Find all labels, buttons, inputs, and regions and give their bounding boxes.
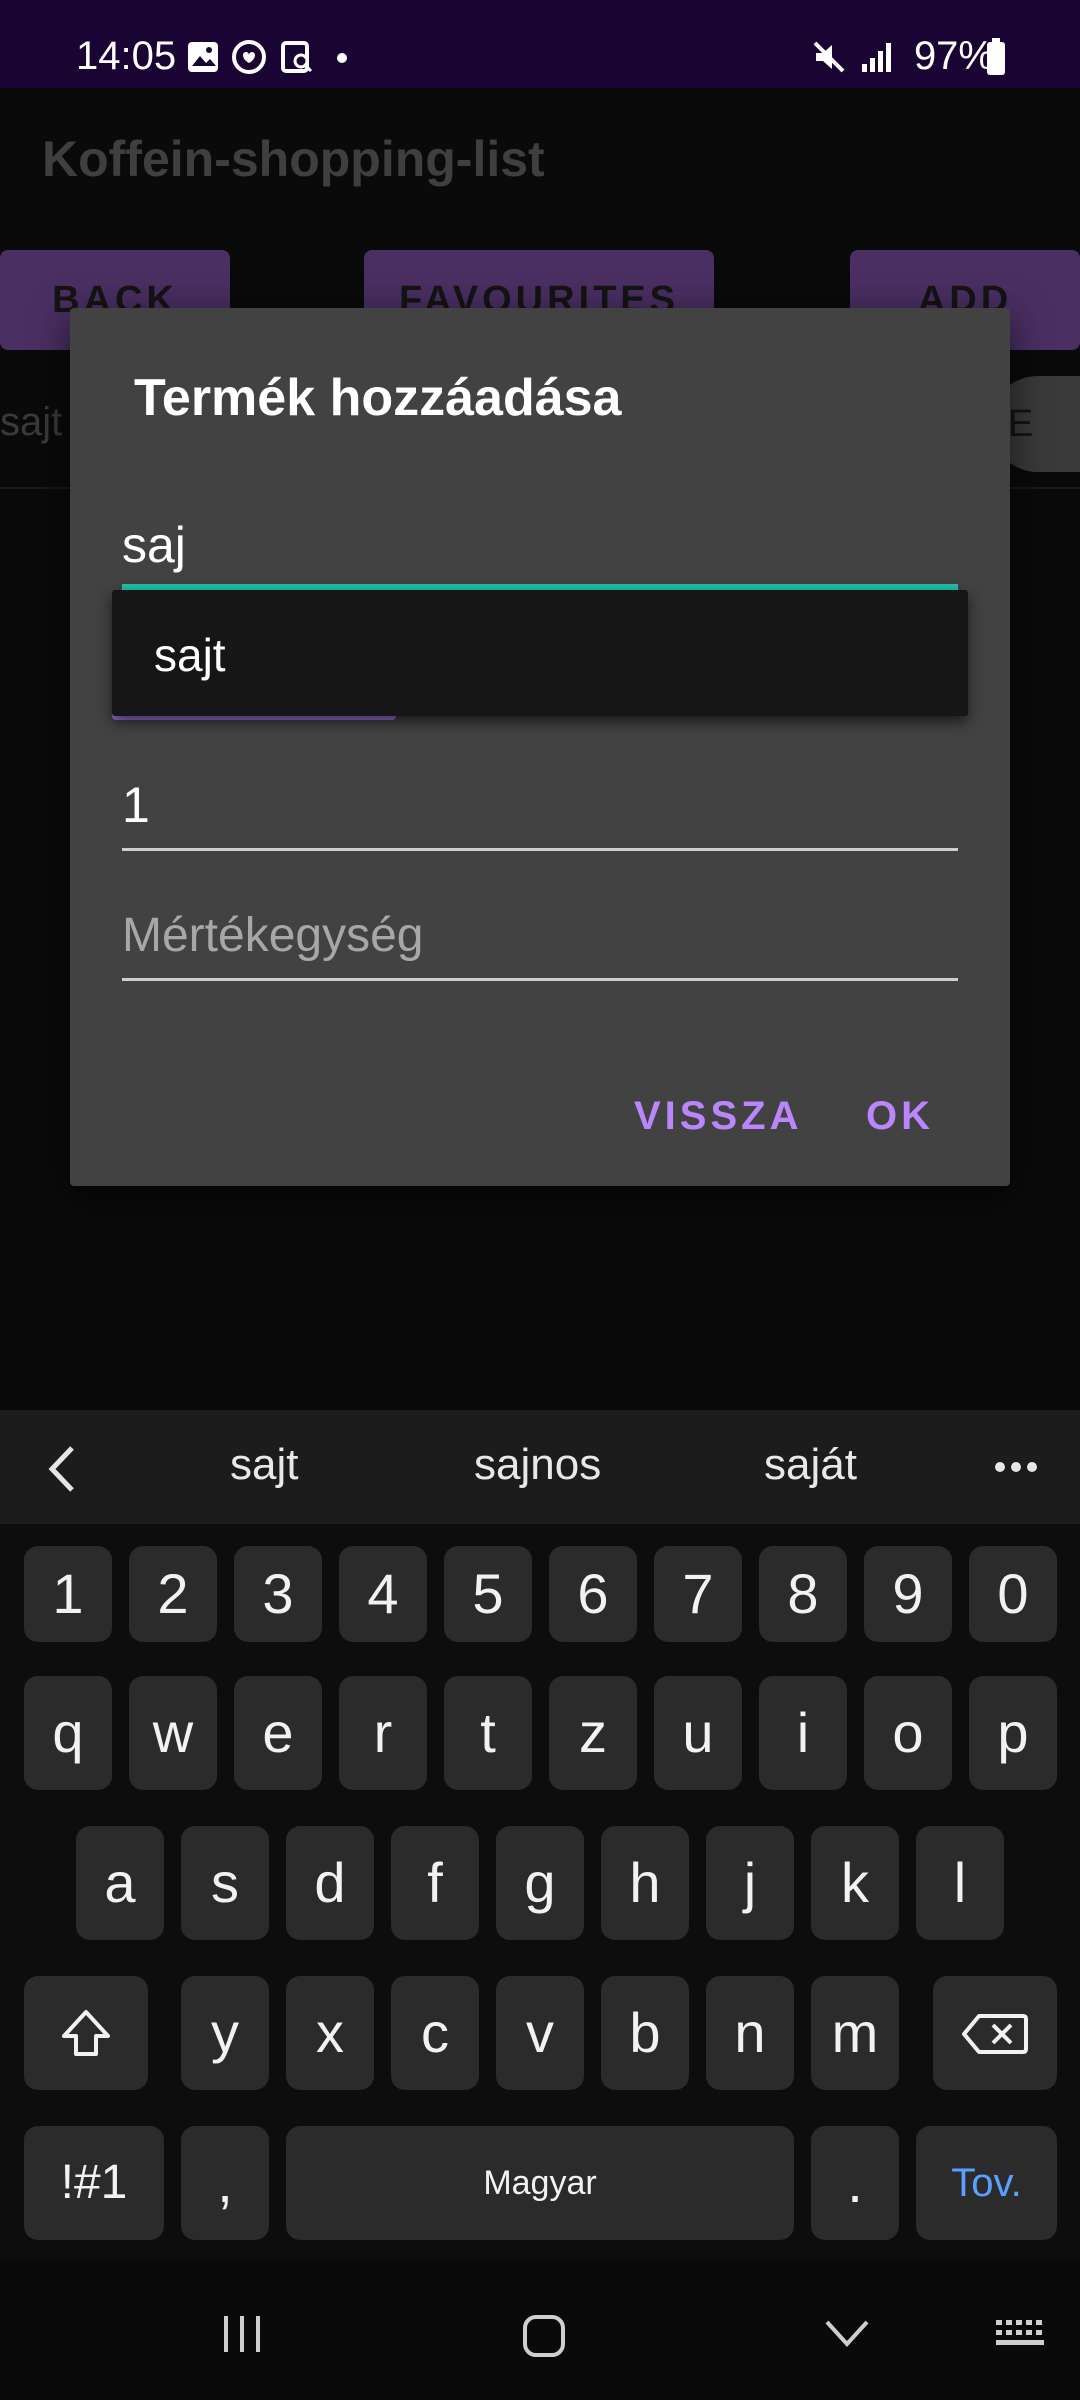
signal-icon [862,43,891,72]
mute-icon [813,41,845,73]
quantity-underline [122,848,958,851]
key-h[interactable]: h [601,1826,689,1940]
key-6[interactable]: 6 [549,1546,637,1642]
key-i[interactable]: i [759,1676,847,1790]
screen-search-icon [281,41,313,73]
key-s[interactable]: s [181,1826,269,1940]
autocomplete-item[interactable]: sajt [154,628,226,682]
messenger-icon [232,40,266,74]
key-p[interactable]: p [969,1676,1057,1790]
enter-key[interactable]: Tov. [916,2126,1057,2240]
dialog-title: Termék hozzáadása [134,369,622,427]
key-k[interactable]: k [811,1826,899,1940]
key-j[interactable]: j [706,1826,794,1940]
key-c[interactable]: c [391,1976,479,2090]
suggestion-3[interactable]: saját [764,1440,857,1490]
key-d[interactable]: d [286,1826,374,1940]
key-b[interactable]: b [601,1976,689,2090]
chevron-left-icon[interactable] [44,1444,80,1494]
key-m[interactable]: m [811,1976,899,2090]
space-key[interactable]: Magyar [286,2126,794,2240]
cancel-button[interactable]: VISSZA [634,1094,802,1139]
product-name-value[interactable]: saj [122,516,186,574]
quantity-value[interactable]: 1 [122,776,150,834]
key-3[interactable]: 3 [234,1546,322,1642]
image-icon [188,42,218,72]
key-l[interactable]: l [916,1826,1004,1940]
app-title: Koffein-shopping-list [42,131,545,187]
key-e[interactable]: e [234,1676,322,1790]
key-7[interactable]: 7 [654,1546,742,1642]
key-8[interactable]: 8 [759,1546,847,1642]
shift-key[interactable] [24,1976,148,2090]
add-product-dialog: Termék hozzáadása saj 1 Mértékegység VIS… [70,308,1010,1186]
product-name-field[interactable]: saj [122,508,958,598]
key-5[interactable]: 5 [444,1546,532,1642]
recent-apps-icon[interactable] [220,2314,264,2354]
key-r[interactable]: r [339,1676,427,1790]
suggestion-1[interactable]: sajt [230,1440,298,1490]
hide-keyboard-icon[interactable] [824,2318,870,2348]
key-a[interactable]: a [76,1826,164,1940]
list-item: sajt [0,400,63,444]
home-icon[interactable] [522,2314,566,2358]
key-u[interactable]: u [654,1676,742,1790]
battery-icon [987,38,1005,75]
unit-field[interactable]: Mértékegység [122,898,958,988]
backspace-key[interactable] [933,1976,1057,2090]
key-1[interactable]: 1 [24,1546,112,1642]
dot-icon [337,53,347,63]
key-2[interactable]: 2 [129,1546,217,1642]
key-z[interactable]: z [549,1676,637,1790]
key-x[interactable]: x [286,1976,374,2090]
unit-underline [122,978,958,981]
key-w[interactable]: w [129,1676,217,1790]
symbols-key[interactable]: !#1 [24,2126,164,2240]
key-f[interactable]: f [391,1826,479,1940]
backspace-icon [962,2014,1028,2054]
more-options-icon[interactable] [994,1460,1038,1474]
quantity-field[interactable]: 1 [122,768,958,858]
unit-placeholder[interactable]: Mértékegység [122,908,423,963]
key-q[interactable]: q [24,1676,112,1790]
key-o[interactable]: o [864,1676,952,1790]
key-9[interactable]: 9 [864,1546,952,1642]
status-bar: 14:05 97% [0,0,1080,88]
period-key[interactable]: . [811,2126,899,2240]
key-0[interactable]: 0 [969,1546,1057,1642]
key-v[interactable]: v [496,1976,584,2090]
ok-button[interactable]: OK [866,1094,934,1139]
comma-key[interactable]: , [181,2126,269,2240]
key-4[interactable]: 4 [339,1546,427,1642]
suggestion-2[interactable]: sajnos [474,1440,601,1490]
key-g[interactable]: g [496,1826,584,1940]
key-y[interactable]: y [181,1976,269,2090]
key-n[interactable]: n [706,1976,794,2090]
keyboard-switch-icon[interactable] [994,2318,1046,2352]
shift-icon [62,2010,110,2056]
key-t[interactable]: t [444,1676,532,1790]
autocomplete-dropdown: sajt [112,590,968,716]
status-time: 14:05 [76,34,177,78]
battery-percent: 97% [913,34,994,78]
